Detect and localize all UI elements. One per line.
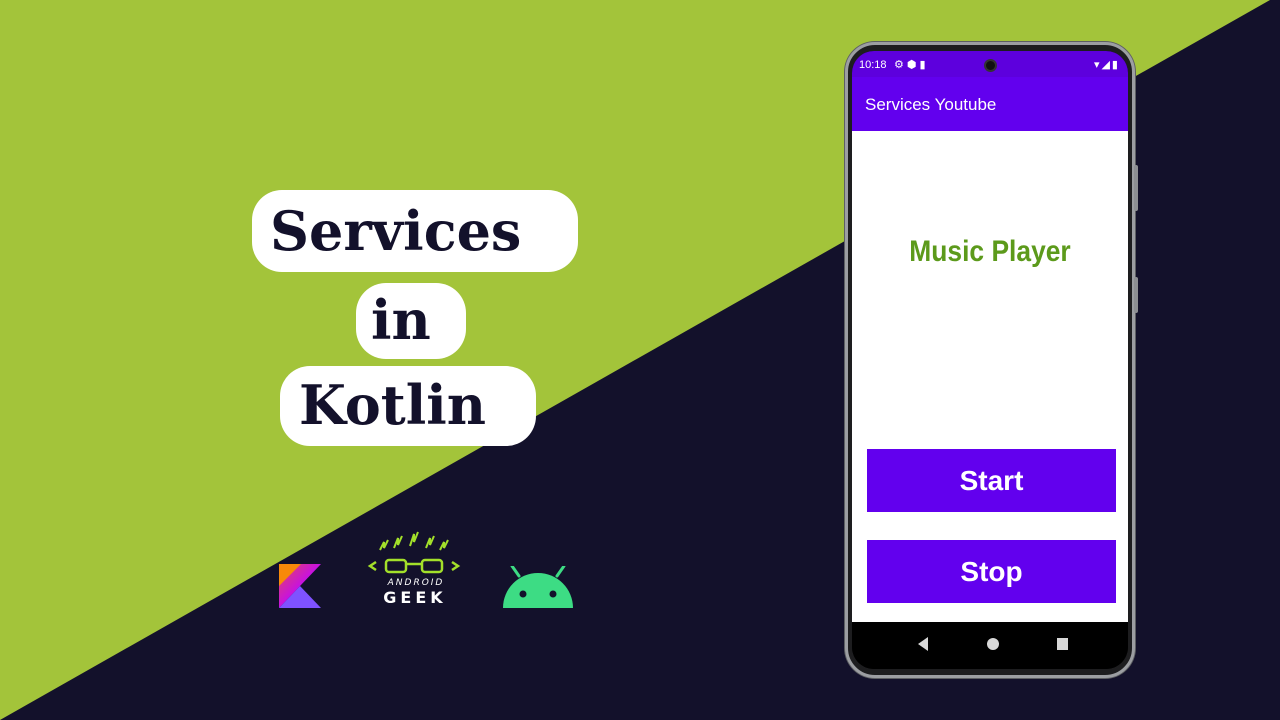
status-signal-battery-icons: ▾◢▮ (1093, 59, 1120, 71)
music-player-heading: Music Player (909, 235, 1071, 268)
volume-button (1134, 165, 1138, 211)
main-content: Music Player Start Stop (852, 131, 1128, 622)
title-line-1: Services (252, 190, 578, 272)
power-button (1134, 277, 1138, 313)
title-line-2: in (356, 283, 466, 359)
title-line-3: Kotlin (280, 366, 536, 446)
geek-glasses-icon (367, 531, 461, 574)
geek-logo-text-bottom: GEEK (383, 588, 447, 607)
android-geek-logo: ANDROID GEEK (360, 526, 470, 610)
status-notification-icons: ⚙⬢▮ (894, 59, 929, 71)
status-time: 10:18 (859, 59, 887, 71)
status-bar: 10:18 ⚙⬢▮ ▾◢▮ (852, 51, 1128, 77)
phone-screen: 10:18 ⚙⬢▮ ▾◢▮ Services Youtube Music Pla… (852, 51, 1128, 669)
phone-mockup: 10:18 ⚙⬢▮ ▾◢▮ Services Youtube Music Pla… (845, 42, 1138, 678)
geek-logo-text-top: ANDROID (387, 578, 445, 588)
stop-button[interactable]: Stop (867, 540, 1116, 603)
start-button[interactable]: Start (867, 449, 1116, 512)
home-icon[interactable] (987, 638, 999, 650)
back-icon[interactable] (918, 637, 928, 651)
navigation-bar (852, 622, 1128, 669)
app-bar: Services Youtube (852, 77, 1128, 131)
front-camera-icon (984, 59, 997, 72)
recent-apps-icon[interactable] (1057, 638, 1068, 650)
android-robot-icon (503, 566, 573, 608)
app-title: Services Youtube (865, 95, 997, 114)
kotlin-logo-icon (279, 564, 321, 608)
